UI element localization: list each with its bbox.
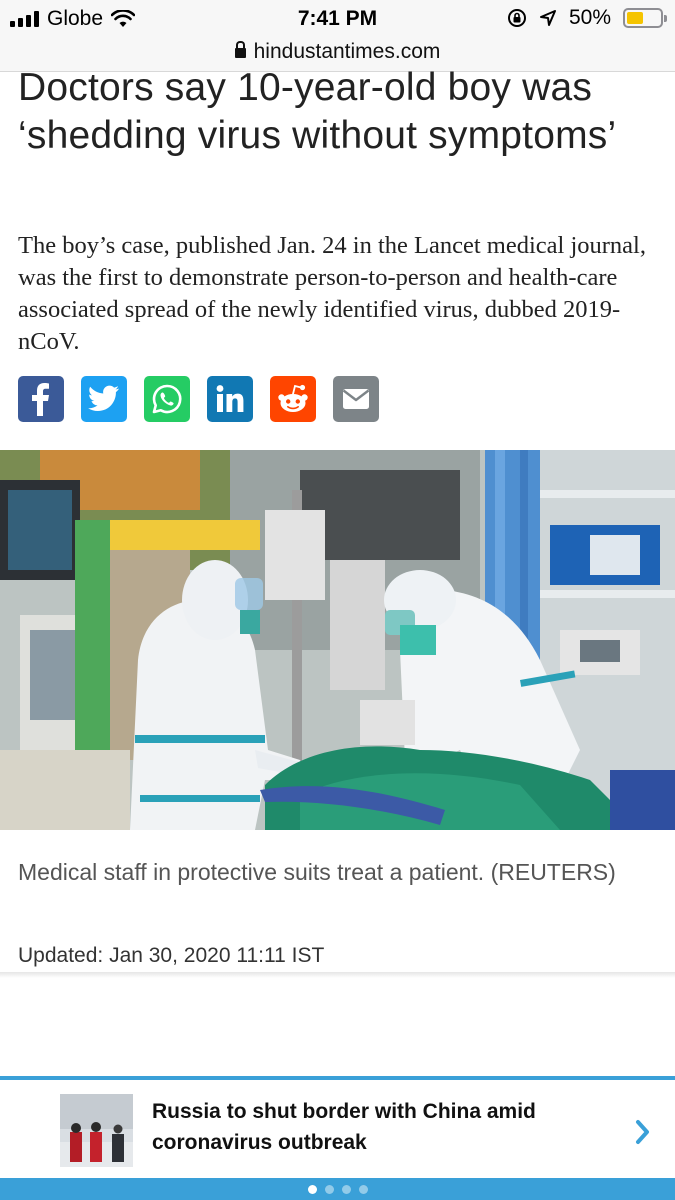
share-facebook-button[interactable] xyxy=(18,376,64,422)
orientation-lock-icon xyxy=(507,9,526,27)
carousel-dot[interactable] xyxy=(358,1184,368,1194)
article-headline: Doctors say 10-year-old boy was ‘sheddin… xyxy=(18,66,617,157)
carousel-page-indicator xyxy=(0,1178,675,1200)
battery-level xyxy=(627,12,643,24)
battery-percent: 50% xyxy=(568,6,611,29)
article-summary: The boy’s case, published Jan. 24 in the… xyxy=(18,232,646,355)
carousel-dot[interactable] xyxy=(324,1184,334,1194)
recommended-story-title[interactable]: Russia to shut border with China amid co… xyxy=(152,1096,602,1158)
share-twitter-button[interactable] xyxy=(81,376,127,422)
carousel-dot[interactable] xyxy=(341,1184,351,1194)
share-reddit-button[interactable] xyxy=(270,376,316,422)
carousel-dot[interactable] xyxy=(307,1184,317,1194)
battery-icon xyxy=(623,8,667,28)
twitter-icon xyxy=(88,385,119,411)
share-buttons xyxy=(18,376,379,422)
lock-icon xyxy=(234,40,246,61)
linkedin-icon xyxy=(216,385,244,412)
reddit-icon xyxy=(278,384,308,412)
section-divider xyxy=(0,972,675,978)
recommended-story-banner[interactable]: Russia to shut border with China amid co… xyxy=(0,1076,675,1200)
article-photo xyxy=(0,450,675,830)
facebook-icon xyxy=(32,383,49,416)
whatsapp-icon xyxy=(152,384,182,414)
share-whatsapp-button[interactable] xyxy=(144,376,190,422)
location-icon xyxy=(539,10,556,26)
url-text[interactable]: hindustantimes.com xyxy=(254,40,441,64)
updated-timestamp: Updated: Jan 30, 2020 11:11 IST xyxy=(18,944,325,967)
photo-caption: Medical staff in protective suits treat … xyxy=(18,859,616,885)
chevron-right-icon[interactable] xyxy=(633,1118,653,1146)
email-icon xyxy=(342,389,370,409)
recommended-story-thumbnail[interactable] xyxy=(60,1094,133,1167)
share-linkedin-button[interactable] xyxy=(207,376,253,422)
share-email-button[interactable] xyxy=(333,376,379,422)
